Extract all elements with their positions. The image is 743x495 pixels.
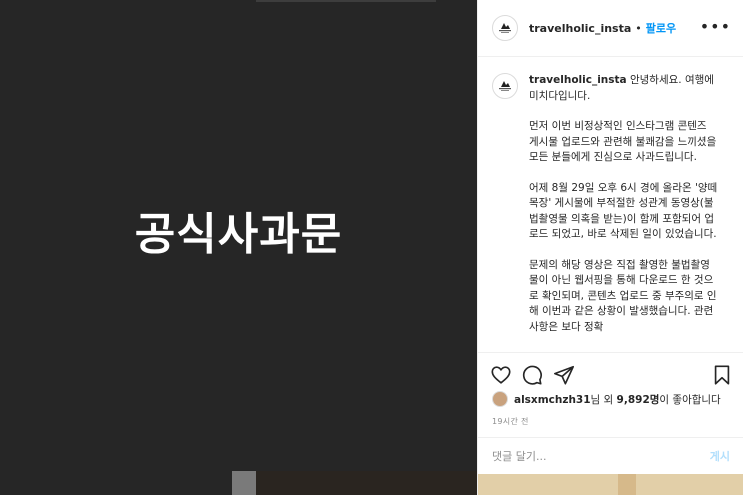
background-strip-gray bbox=[232, 471, 256, 495]
caption-paragraph: 문제의 해당 영상은 직접 촬영한 불법촬영물이 아닌 웹서핑을 통해 다운로드… bbox=[529, 258, 717, 333]
caption-scroll-area[interactable]: travelholic_insta 안녕하세요. 여행에미치다입니다. 먼저 이… bbox=[478, 57, 743, 352]
post-timestamp[interactable]: 19시간 전 bbox=[492, 416, 529, 427]
travelholic-logo-icon bbox=[499, 23, 511, 33]
likes-count[interactable]: 9,892명 bbox=[617, 394, 660, 406]
likes-text: alsxmchzh31님 외 9,892명이 좋아합니다 bbox=[514, 392, 721, 407]
caption-paragraph: 어제 8월 29일 오후 6시 경에 올라온 '양떼 목장' 게시물에 부적절한… bbox=[529, 181, 718, 241]
liker-username[interactable]: alsxmchzh31 bbox=[514, 394, 591, 406]
caption-row: travelholic_insta 안녕하세요. 여행에미치다입니다. 먼저 이… bbox=[492, 73, 730, 350]
background-photo-strip bbox=[478, 474, 743, 495]
profile-avatar[interactable] bbox=[492, 15, 518, 41]
post-image-text: 공식사과문 bbox=[134, 208, 343, 260]
background-photo-mark bbox=[618, 474, 636, 495]
heart-icon[interactable] bbox=[490, 364, 512, 386]
action-bar bbox=[478, 352, 743, 392]
comment-box: 게시 bbox=[478, 437, 743, 474]
background-line bbox=[256, 0, 436, 2]
caption-paragraph: travelholic_insta 안녕하세요. 여행에미치다입니다. bbox=[529, 73, 719, 104]
caption-username[interactable]: travelholic_insta bbox=[529, 74, 627, 86]
likes-connector: 님 외 bbox=[590, 393, 617, 406]
header-separator: • bbox=[635, 21, 642, 35]
post-comment-button[interactable]: 게시 bbox=[710, 448, 730, 464]
comment-icon[interactable] bbox=[521, 364, 543, 386]
post-media[interactable]: 공식사과문 bbox=[0, 0, 477, 471]
header-username[interactable]: travelholic_insta bbox=[529, 22, 631, 35]
caption-avatar[interactable] bbox=[492, 73, 518, 99]
share-icon[interactable] bbox=[553, 364, 575, 386]
caption-paragraph: 먼저 이번 비정상적인 인스타그램 콘텐즈 게시물 업로드와 관련해 불쾌감을 … bbox=[529, 120, 717, 163]
bookmark-icon[interactable] bbox=[711, 364, 733, 386]
post-side-panel: travelholic_insta • 팔로우 ••• travelholic_… bbox=[477, 0, 743, 495]
travelholic-logo-icon bbox=[499, 81, 511, 91]
post-header: travelholic_insta • 팔로우 ••• bbox=[478, 0, 743, 57]
liker-avatar[interactable] bbox=[492, 391, 508, 407]
more-options-icon[interactable]: ••• bbox=[700, 19, 731, 35]
background-strip-dark bbox=[0, 471, 232, 495]
follow-button[interactable]: 팔로우 bbox=[646, 20, 676, 36]
comment-input[interactable] bbox=[492, 449, 710, 463]
likes-suffix: 이 좋아합니다 bbox=[659, 393, 721, 406]
caption-text: travelholic_insta 안녕하세요. 여행에미치다입니다. 먼저 이… bbox=[529, 73, 719, 350]
background-strip-photo bbox=[256, 471, 477, 495]
likes-summary: alsxmchzh31님 외 9,892명이 좋아합니다 bbox=[492, 391, 721, 407]
